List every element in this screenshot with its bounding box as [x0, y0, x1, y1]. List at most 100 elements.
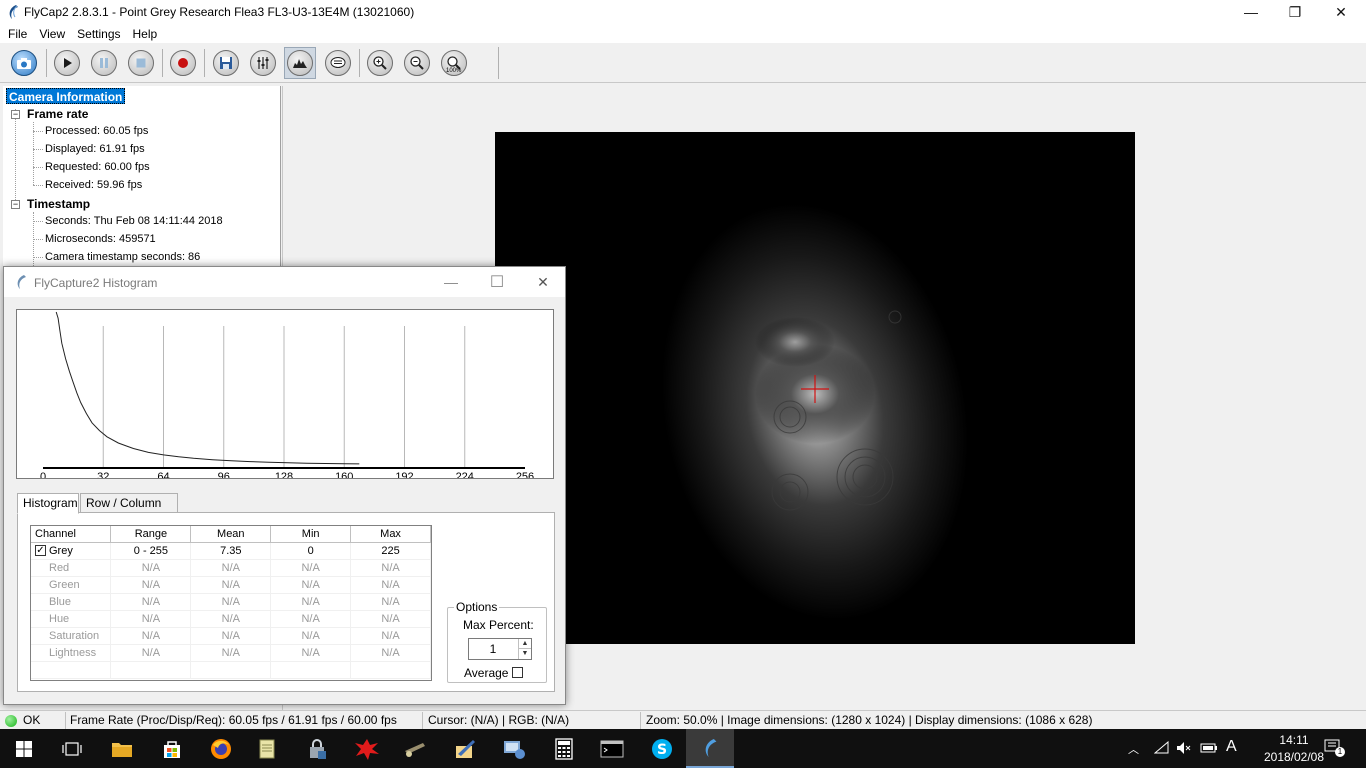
save-button[interactable]: [210, 47, 242, 79]
task-view-button[interactable]: [48, 729, 96, 768]
taskbar-sketch[interactable]: [343, 729, 391, 768]
channel-name: Grey: [49, 544, 73, 557]
column-header-min[interactable]: Min: [270, 526, 352, 543]
tray-clock-time[interactable]: 14:11: [1264, 733, 1324, 747]
taskbar-skype[interactable]: S: [638, 729, 686, 768]
menu-settings[interactable]: Settings: [71, 27, 126, 41]
zoom-in-button[interactable]: [364, 47, 396, 79]
table-row[interactable]: ✓ Grey 0 - 255 7.35 0 225: [31, 542, 431, 560]
taskbar-paint[interactable]: [391, 729, 439, 768]
tree-leaf-microseconds[interactable]: Microseconds: 459571: [45, 233, 156, 245]
range-cell: N/A: [110, 593, 192, 611]
column-header-channel[interactable]: Channel: [31, 526, 112, 543]
taskbar-calculator[interactable]: [540, 729, 588, 768]
histogram-minimize-button[interactable]: —: [428, 270, 474, 294]
histogram-maximize-button[interactable]: ☐: [474, 270, 520, 294]
table-row: Red N/A N/A N/A N/A: [31, 559, 431, 577]
stop-button[interactable]: [125, 47, 157, 79]
taskbar-store[interactable]: [148, 729, 196, 768]
tree-leaf-processed[interactable]: Processed: 60.05 fps: [45, 125, 148, 137]
max-cell: N/A: [350, 610, 431, 628]
camera-select-button[interactable]: [8, 47, 40, 79]
x-tick-label: 224: [456, 471, 474, 478]
tree-root-camera-information[interactable]: Camera Information: [6, 88, 126, 104]
tree-leaf-displayed[interactable]: Displayed: 61.91 fps: [45, 143, 145, 155]
battery-icon[interactable]: [1200, 742, 1218, 754]
grey-channel-checkbox[interactable]: ✓: [35, 545, 46, 557]
pause-button[interactable]: [88, 47, 120, 79]
max-percent-value[interactable]: 1: [469, 642, 517, 656]
tree-leaf-seconds[interactable]: Seconds: Thu Feb 08 14:11:44 2018: [45, 215, 223, 227]
camera-info-tree[interactable]: Camera Information − Frame rate Processe…: [3, 86, 281, 268]
speaker-muted-icon[interactable]: [1176, 741, 1192, 755]
max-cell: N/A: [350, 593, 431, 611]
column-header-max[interactable]: Max: [350, 526, 431, 543]
collapse-icon[interactable]: −: [11, 200, 20, 209]
status-bar: OK Frame Rate (Proc/Disp/Req): 60.05 fps…: [0, 710, 1366, 729]
record-button[interactable]: [167, 47, 199, 79]
wifi-icon[interactable]: [1154, 741, 1170, 755]
ime-indicator[interactable]: A: [1226, 738, 1237, 756]
mean-cell: N/A: [190, 559, 272, 577]
histogram-chart: 0 32 64 96 128 160 192 224 256: [40, 311, 534, 483]
close-button[interactable]: ✕: [1318, 0, 1364, 24]
camera-settings-button[interactable]: [247, 47, 279, 79]
tree-node-frame-rate[interactable]: Frame rate: [27, 107, 88, 121]
tab-row-column-plot[interactable]: Row / Column Plot: [80, 493, 178, 524]
channel-name: Green: [31, 576, 112, 594]
column-header-range[interactable]: Range: [110, 526, 192, 543]
mean-cell: N/A: [190, 644, 272, 662]
notification-count-badge: 1: [1335, 747, 1345, 757]
skype-icon: S: [652, 738, 672, 759]
zoom-100-button[interactable]: 100%: [438, 47, 470, 79]
camera-image[interactable]: [495, 132, 1135, 644]
table-row: Green N/A N/A N/A N/A: [31, 576, 431, 594]
menu-view[interactable]: View: [33, 27, 71, 41]
pause-icon: [91, 50, 117, 76]
spin-up-icon[interactable]: ▲: [518, 639, 531, 649]
taskbar-firefox[interactable]: [197, 729, 245, 768]
histogram-button[interactable]: [284, 47, 316, 79]
mean-cell: N/A: [190, 627, 272, 645]
tree-leaf-received[interactable]: Received: 59.96 fps: [45, 179, 142, 191]
tree-leaf-requested[interactable]: Requested: 60.00 fps: [45, 161, 150, 173]
taskbar-terminal[interactable]: [588, 729, 636, 768]
flycap-app-icon: [9, 5, 18, 19]
taskbar-file-explorer[interactable]: [98, 729, 146, 768]
taskbar-notepad[interactable]: [243, 729, 291, 768]
start-button[interactable]: [51, 47, 83, 79]
collapse-icon[interactable]: −: [11, 110, 20, 119]
sliders-icon: [250, 50, 276, 76]
status-cursor: Cursor: (N/A) | RGB: (N/A): [425, 712, 641, 729]
tab-histogram[interactable]: Histogram: [17, 493, 79, 514]
maximize-button[interactable]: ❐: [1272, 0, 1318, 24]
menu-file[interactable]: File: [2, 27, 33, 41]
zoom-out-button[interactable]: [401, 47, 433, 79]
channel-grid: Channel Range Mean Min Max ✓ Grey 0 - 255…: [31, 526, 431, 679]
taskbar-security[interactable]: [293, 729, 341, 768]
notification-center-button[interactable]: 1: [1324, 739, 1345, 757]
min-cell: N/A: [270, 627, 352, 645]
taskbar-drawing[interactable]: [441, 729, 489, 768]
histogram-close-button[interactable]: ✕: [520, 270, 566, 294]
histogram-title-bar[interactable]: FlyCapture2 Histogram — ☐ ✕: [4, 267, 565, 297]
table-row: Hue N/A N/A N/A N/A: [31, 610, 431, 628]
event-stats-button[interactable]: [322, 47, 354, 79]
minimize-button[interactable]: —: [1228, 0, 1274, 24]
max-percent-spinner[interactable]: 1 ▲ ▼: [468, 638, 532, 660]
taskbar-flycap[interactable]: [686, 729, 734, 768]
histogram-series-line: [55, 311, 360, 465]
channel-name: Saturation: [31, 627, 112, 645]
palette-icon: [405, 742, 425, 757]
menu-help[interactable]: Help: [127, 27, 164, 41]
column-header-mean[interactable]: Mean: [190, 526, 272, 543]
tray-chevron-up-icon[interactable]: ︿: [1128, 741, 1139, 757]
min-cell: N/A: [270, 593, 352, 611]
average-checkbox[interactable]: [512, 667, 523, 678]
spin-down-icon[interactable]: ▼: [518, 649, 531, 659]
tree-node-timestamp[interactable]: Timestamp: [27, 197, 90, 211]
tree-leaf-camera-timestamp[interactable]: Camera timestamp seconds: 86: [45, 251, 200, 263]
start-button[interactable]: [0, 729, 48, 768]
toolbar-separator: [359, 49, 360, 77]
taskbar-network[interactable]: [490, 729, 538, 768]
